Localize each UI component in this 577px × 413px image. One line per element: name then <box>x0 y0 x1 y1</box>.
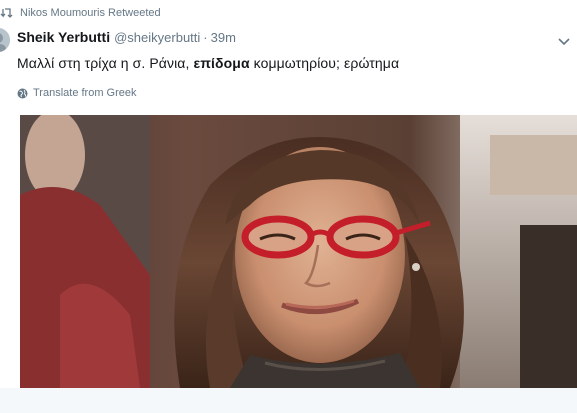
photo <box>20 115 577 388</box>
author-display-name[interactable]: Sheik Yerbutti <box>17 29 110 45</box>
author-handle[interactable]: @sheikyerbutti <box>114 30 200 45</box>
retweet-context[interactable]: Nikos Moumouris Retweeted <box>0 6 161 20</box>
tweet-timestamp[interactable]: 39m <box>211 30 236 45</box>
retweet-label[interactable]: Nikos Moumouris Retweeted <box>20 7 161 19</box>
tweet-text-end: κομμωτηρίου; ερώτημα <box>249 55 400 71</box>
translate-link[interactable]: Translate from Greek <box>17 86 137 100</box>
tweet-header: Sheik Yerbutti @sheikyerbutti · 39m <box>17 29 236 47</box>
chevron-down-icon[interactable] <box>558 38 570 46</box>
tweet-card[interactable]: Nikos Moumouris Retweeted Sheik Yerbutti… <box>0 0 577 388</box>
avatar[interactable] <box>0 28 10 52</box>
avatar-image <box>0 28 10 52</box>
timeline-gap <box>0 388 577 413</box>
tweet-text: Μαλλί στη τρίχα η σ. Ράνια, επίδομα κομμ… <box>17 55 399 71</box>
globe-icon <box>17 88 28 98</box>
tweet-photo[interactable] <box>20 115 577 388</box>
translate-label[interactable]: Translate from Greek <box>33 87 137 99</box>
header-separator: · <box>203 30 208 45</box>
tweet-text-bold: επίδομα <box>193 55 250 71</box>
tweet-text-start: Μαλλί στη τρίχα η σ. Ράνια, <box>17 55 194 71</box>
retweet-icon <box>0 8 13 18</box>
